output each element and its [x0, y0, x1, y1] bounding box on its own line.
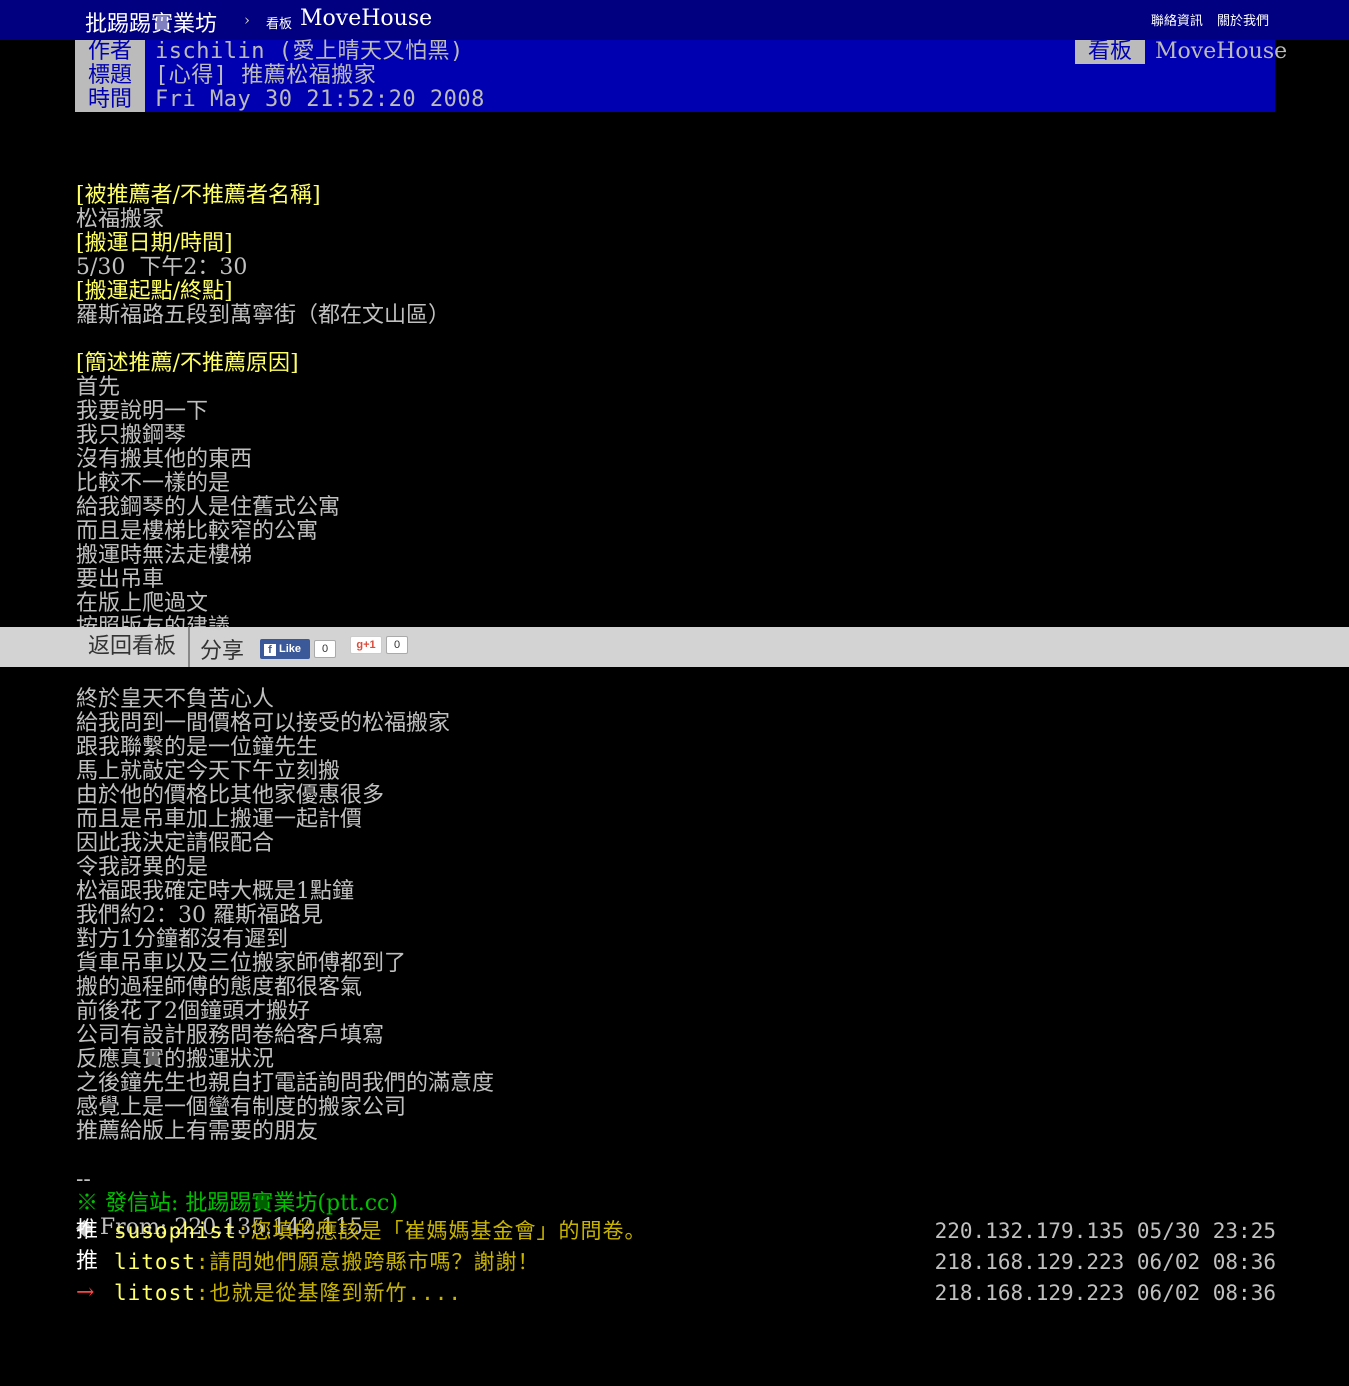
google-plus-button[interactable]: g+1: [350, 636, 382, 654]
content-line: [簡述推薦/不推薦原因]: [76, 351, 299, 376]
content-line: 公司有設計服務問卷給客戶填寫: [76, 1023, 385, 1048]
facebook-like-label: Like: [279, 643, 302, 655]
content-line: 前後花了2個鐘頭才搬好: [76, 999, 310, 1024]
content-line: 首先: [76, 375, 121, 400]
site-home-link[interactable]: 批踢踢實業坊: [85, 6, 217, 38]
content-line: 比較不一樣的是: [76, 471, 231, 496]
meta-title-row: 標題 [心得] 推薦松福搬家: [75, 64, 1275, 88]
content-line: 馬上就敲定今天下午立刻搬: [76, 759, 341, 784]
content-line: 給我鋼琴的人是住舊式公寓: [76, 495, 341, 520]
push-user: litost:也就是從基隆到新竹....: [114, 1279, 462, 1307]
push-ip-datetime: 218.168.129.223 06/02 08:36: [934, 1250, 1276, 1274]
content-line: 松福跟我確定時大概是1點鐘: [76, 879, 354, 904]
content-line: ※ 發信站: 批踢踢實業坊(ptt.cc): [76, 1191, 398, 1216]
meta-author-value: ischilin (愛上晴天又怕黑): [155, 39, 464, 64]
meta-board-value: MoveHouse: [1155, 39, 1288, 64]
content-line: [76, 328, 1276, 352]
header-links: 聯絡資訊 關於我們: [1141, 10, 1269, 29]
push-tag: →: [76, 1280, 95, 1305]
content-line: 反應真實的搬運狀況: [76, 1047, 275, 1072]
push-user-id: susophist: [114, 1219, 237, 1243]
google-plus-count: 0: [386, 636, 408, 654]
facebook-like-button[interactable]: f Like: [260, 639, 310, 659]
top-navigation-bar: 批踢踢實業坊 › 看板 MoveHouse 聯絡資訊 關於我們: [0, 0, 1349, 40]
content-line: 由於他的價格比其他家優惠很多: [76, 783, 385, 808]
content-line: 貨車吊車以及三位搬家師傅都到了: [76, 951, 407, 976]
content-line: [76, 160, 1276, 184]
push-tag: 推: [76, 1249, 99, 1274]
content-line: 感覺上是一個蠻有制度的搬家公司: [76, 1095, 407, 1120]
meta-title-tag: 標題: [75, 64, 145, 88]
about-link[interactable]: 關於我們: [1217, 14, 1269, 29]
content-line: 沒有搬其他的東西: [76, 447, 253, 472]
content-line: [76, 664, 1276, 688]
content-line: 推薦給版上有需要的朋友: [76, 1119, 319, 1144]
push-ip-datetime: 220.132.179.135 05/30 23:25: [934, 1219, 1276, 1243]
contact-link[interactable]: 聯絡資訊: [1151, 14, 1203, 29]
breadcrumb-separator: ›: [244, 11, 250, 29]
meta-author-row: 作者 ischilin (愛上晴天又怕黑) 看板 MoveHouse: [75, 39, 1287, 64]
article-meta-header: 作者 ischilin (愛上晴天又怕黑) 看板 MoveHouse 標題 [心…: [75, 39, 1287, 112]
content-line: 我要說明一下: [76, 399, 209, 424]
content-line: 松福搬家: [76, 207, 165, 232]
push-content: :也就是從基隆到新竹....: [195, 1281, 463, 1305]
content-line: 我只搬鋼琴: [76, 423, 187, 448]
meta-time-value: Fri May 30 21:52:20 2008: [155, 87, 485, 112]
content-line: 跟我聯繫的是一位鐘先生: [76, 735, 319, 760]
share-label: 分享: [200, 639, 245, 664]
push-ip-datetime: 218.168.129.223 06/02 08:36: [934, 1281, 1276, 1305]
content-line: 而且是吊車加上搬運一起計價: [76, 807, 363, 832]
content-line: --: [76, 1167, 91, 1192]
content-line: 我們約2：30 羅斯福路見: [76, 903, 323, 928]
content-line: 之後鐘先生也親自打電話詢問我們的滿意度: [76, 1071, 495, 1096]
content-line: [76, 1144, 1276, 1168]
content-line: [搬運日期/時間]: [76, 231, 233, 256]
content-line: 搬的過程師傅的態度都很客氣: [76, 975, 363, 1000]
push-content: :您填的應該是「崔媽媽基金會」的問卷。: [236, 1219, 647, 1243]
content-line: 在版上爬過文: [76, 591, 209, 616]
content-line: 搬運時無法走樓梯: [76, 543, 253, 568]
content-line: 羅斯福路五段到萬寧街（都在文山區）: [76, 303, 451, 328]
content-line: 要出吊車: [76, 567, 165, 592]
meta-author-tag: 作者: [75, 40, 145, 64]
meta-time-row: 時間 Fri May 30 21:52:20 2008: [75, 88, 1275, 112]
push-content: :請問她們願意搬跨縣市嗎？謝謝！: [195, 1250, 540, 1274]
content-line: 因此我決定請假配合: [76, 831, 275, 856]
push-user: susophist:您填的應該是「崔媽媽基金會」的問卷。: [114, 1217, 646, 1245]
push-row: → litost:也就是從基隆到新竹.... 218.168.129.223 06/…: [76, 1279, 1276, 1307]
meta-time-tag: 時間: [75, 88, 145, 112]
content-line: 對方1分鐘都沒有遲到: [76, 927, 288, 952]
push-user-id: litost: [114, 1281, 196, 1305]
push-row: 推 susophist:您填的應該是「崔媽媽基金會」的問卷。 220.132.179…: [76, 1217, 1276, 1245]
article-content: [被推薦者/不推薦者名稱] 松福搬家 [搬運日期/時間] 5/30 下午2：30 [搬運…: [76, 160, 1276, 1240]
content-line: 終於皇天不負苦心人: [76, 687, 275, 712]
push-row: 推 litost:請問她們願意搬跨縣市嗎？謝謝！ 218.168.129.223 0…: [76, 1248, 1276, 1276]
facebook-like-count: 0: [314, 640, 336, 658]
meta-title-value: [心得] 推薦松福搬家: [155, 63, 377, 88]
back-to-board-button[interactable]: 返回看板: [76, 627, 190, 667]
content-line: [搬運起點/終點]: [76, 279, 233, 304]
content-line: 給我問到一間價格可以接受的松福搬家: [76, 711, 451, 736]
push-user: litost:請問她們願意搬跨縣市嗎？謝謝！: [114, 1248, 540, 1276]
board-label: 看板: [266, 17, 293, 32]
push-user-id: litost: [114, 1250, 196, 1274]
push-tag: 推: [76, 1218, 99, 1243]
content-line: 5/30 下午2：30: [76, 255, 248, 280]
share-bar: 返回看板 分享: [0, 627, 1349, 667]
board-link[interactable]: MoveHouse: [300, 6, 432, 31]
meta-board-tag: 看板: [1075, 40, 1145, 64]
content-line: 而且是樓梯比較窄的公寓: [76, 519, 319, 544]
content-line: [被推薦者/不推薦者名稱]: [76, 183, 321, 208]
facebook-icon: f: [264, 644, 276, 656]
content-line: 令我訝異的是: [76, 855, 209, 880]
